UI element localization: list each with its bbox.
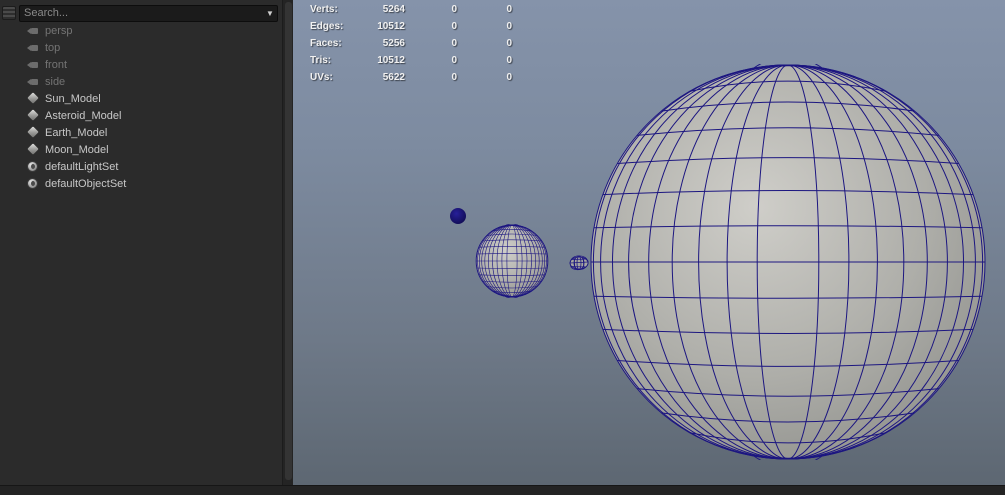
hud-label: Verts: xyxy=(310,4,338,15)
search-input[interactable] xyxy=(20,6,263,20)
outliner-item-label: top xyxy=(45,41,61,54)
hud-row: Edges: 10512 0 0 xyxy=(293,21,553,34)
mesh-icon xyxy=(26,109,40,122)
hud-label: Faces: xyxy=(310,38,342,49)
outliner-item-sun-model[interactable]: Sun_Model xyxy=(0,90,282,107)
camera-icon xyxy=(26,75,40,88)
outliner-header: ▼ xyxy=(0,4,282,22)
outliner-item-default-object-set[interactable]: defaultObjectSet xyxy=(0,175,282,192)
outliner-item-top[interactable]: top xyxy=(0,39,282,56)
outliner-item-label: Asteroid_Model xyxy=(45,109,122,122)
hud-total: 5622 xyxy=(382,72,405,83)
hud-col3: 0 xyxy=(506,4,512,15)
hud-col2: 0 xyxy=(451,4,457,15)
camera-icon xyxy=(26,41,40,54)
hud-label: Tris: xyxy=(310,55,332,66)
panel-menu-icon[interactable] xyxy=(2,6,16,20)
outliner-item-asteroid-model[interactable]: Asteroid_Model xyxy=(0,107,282,124)
poly-count-hud: Verts: 5264 0 0 Edges: 10512 0 0 Faces: … xyxy=(293,0,553,90)
chevron-down-icon[interactable]: ▼ xyxy=(263,9,277,18)
sun-model-sphere[interactable] xyxy=(590,64,986,460)
hud-row: Verts: 5264 0 0 xyxy=(293,4,553,17)
outliner-item-label: Sun_Model xyxy=(45,92,101,105)
hud-col2: 0 xyxy=(451,21,457,32)
mesh-icon xyxy=(26,126,40,139)
outliner-list: persp top front side Sun_Model Asteroid_… xyxy=(0,22,282,192)
hud-col3: 0 xyxy=(506,55,512,66)
set-icon xyxy=(26,177,40,190)
hud-total: 10512 xyxy=(377,21,405,32)
outliner-item-default-light-set[interactable]: defaultLightSet xyxy=(0,158,282,175)
earth-model-sphere[interactable] xyxy=(475,224,549,298)
outliner-item-side[interactable]: side xyxy=(0,73,282,90)
scrollbar-thumb[interactable] xyxy=(285,2,292,480)
camera-icon xyxy=(26,24,40,37)
hud-col2: 0 xyxy=(451,72,457,83)
hud-col3: 0 xyxy=(506,21,512,32)
hud-label: Edges: xyxy=(310,21,344,32)
hud-row: Tris: 10512 0 0 xyxy=(293,55,553,68)
outliner-item-label: Earth_Model xyxy=(45,126,108,139)
outliner-item-label: side xyxy=(45,75,66,88)
asteroid-model[interactable] xyxy=(567,254,591,272)
moon-model-sphere[interactable] xyxy=(450,208,466,224)
hud-total: 5264 xyxy=(382,4,405,15)
hud-label: UVs: xyxy=(310,72,333,83)
outliner-item-label: front xyxy=(45,58,68,71)
outliner-panel: ▼ persp top front side Sun_Model Asteroi… xyxy=(0,0,283,485)
mesh-icon xyxy=(26,143,40,156)
outliner-item-persp[interactable]: persp xyxy=(0,22,282,39)
hud-total: 10512 xyxy=(377,55,405,66)
outliner-item-label: Moon_Model xyxy=(45,143,109,156)
search-box: ▼ xyxy=(19,4,278,22)
hud-row: UVs: 5622 0 0 xyxy=(293,72,553,85)
mesh-icon xyxy=(26,92,40,105)
set-icon xyxy=(26,160,40,173)
viewport-panel[interactable]: Verts: 5264 0 0 Edges: 10512 0 0 Faces: … xyxy=(293,0,1005,485)
outliner-item-front[interactable]: front xyxy=(0,56,282,73)
outliner-item-label: defaultLightSet xyxy=(45,160,119,173)
hud-col3: 0 xyxy=(506,38,512,49)
outliner-item-label: persp xyxy=(45,24,73,37)
outliner-item-moon-model[interactable]: Moon_Model xyxy=(0,141,282,158)
hud-col3: 0 xyxy=(506,72,512,83)
outliner-item-label: defaultObjectSet xyxy=(45,177,127,190)
hud-col2: 0 xyxy=(451,55,457,66)
camera-icon xyxy=(26,58,40,71)
outliner-item-earth-model[interactable]: Earth_Model xyxy=(0,124,282,141)
hud-col2: 0 xyxy=(451,38,457,49)
hud-row: Faces: 5256 0 0 xyxy=(293,38,553,51)
hud-total: 5256 xyxy=(382,38,405,49)
outliner-scrollbar[interactable] xyxy=(282,0,293,485)
